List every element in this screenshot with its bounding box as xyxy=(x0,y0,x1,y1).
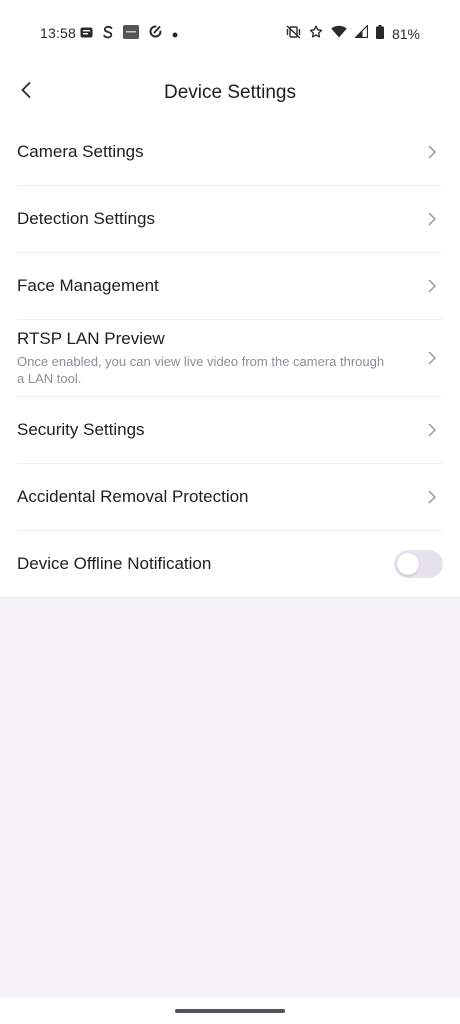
status-bar: 13:58 81% xyxy=(0,0,460,68)
header: Device Settings xyxy=(0,68,460,119)
settings-row-camera-settings[interactable]: Camera Settings xyxy=(0,118,460,185)
message-icon xyxy=(80,25,93,43)
chevron-right-icon xyxy=(424,422,440,438)
status-right-icons: 81% xyxy=(278,24,420,44)
status-left-icons xyxy=(80,24,187,44)
s-app-icon xyxy=(102,25,114,44)
settings-row-accidental-removal-protection[interactable]: Accidental Removal Protection xyxy=(0,463,460,530)
row-label: Device Offline Notification xyxy=(17,553,212,573)
row-label: Detection Settings xyxy=(17,208,155,228)
vibrate-off-icon xyxy=(286,24,301,44)
row-label: Security Settings xyxy=(17,419,145,439)
status-time: 13:58 xyxy=(40,25,77,41)
settings-row-detection-settings[interactable]: Detection Settings xyxy=(0,185,460,252)
toggle-knob xyxy=(397,552,419,575)
row-subtitle: Once enabled, you can view live video fr… xyxy=(17,353,385,386)
sync-icon xyxy=(148,24,163,44)
signal-icon xyxy=(354,24,369,43)
settings-row-device-offline-notification: Device Offline Notification xyxy=(0,530,460,597)
row-label: Face Management xyxy=(17,275,159,295)
system-nav-bar xyxy=(0,998,460,1024)
chevron-right-icon xyxy=(424,144,440,160)
chevron-right-icon xyxy=(424,211,440,227)
battery-percent: 81% xyxy=(391,26,420,42)
chevron-right-icon xyxy=(424,278,440,294)
settings-list: Camera Settings Detection Settings Face … xyxy=(0,118,460,598)
chevron-right-icon xyxy=(424,350,440,366)
dot-icon xyxy=(172,25,178,43)
wifi-icon xyxy=(331,25,347,43)
settings-row-face-management[interactable]: Face Management xyxy=(0,252,460,319)
offline-notification-toggle[interactable] xyxy=(394,549,443,578)
page-title: Device Settings xyxy=(163,82,296,103)
chevron-right-icon xyxy=(424,489,440,505)
star-icon xyxy=(309,25,323,44)
settings-row-security-settings[interactable]: Security Settings xyxy=(0,396,460,463)
home-indicator[interactable] xyxy=(175,1009,285,1013)
battery-icon xyxy=(375,24,384,44)
row-label: RTSP LAN Preview xyxy=(17,328,165,348)
row-label: Accidental Removal Protection xyxy=(17,486,249,506)
settings-row-rtsp-lan-preview[interactable]: RTSP LAN Preview Once enabled, you can v… xyxy=(0,319,460,396)
row-label: Camera Settings xyxy=(17,141,144,161)
apps-icon xyxy=(123,24,139,44)
